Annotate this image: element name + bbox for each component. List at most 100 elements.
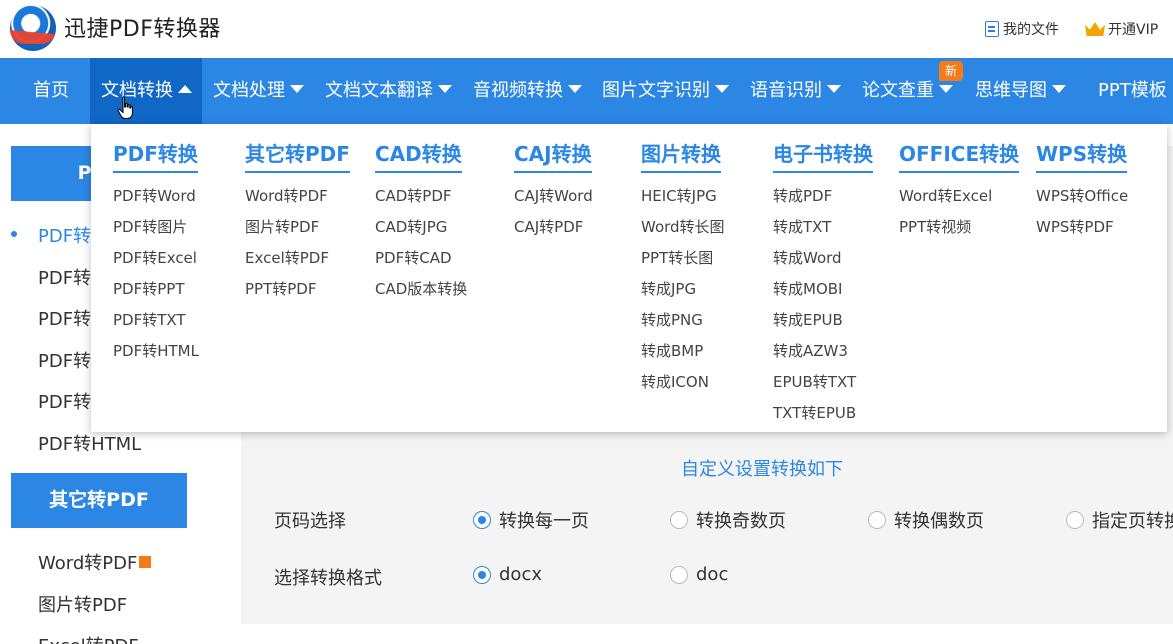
dd-link[interactable]: PPT转视频 bbox=[899, 212, 1019, 243]
dd-link[interactable]: 转成Word bbox=[773, 243, 873, 274]
my-files-link[interactable]: 我的文件 bbox=[985, 19, 1059, 39]
nav-ppt-template[interactable]: PPT模板 bbox=[1098, 58, 1167, 124]
dd-link[interactable]: PDF转CAD bbox=[375, 243, 467, 274]
radio-unchecked-icon bbox=[670, 565, 688, 584]
app-title: 迅捷PDF转换器 bbox=[64, 17, 221, 42]
dd-head[interactable]: OFFICE转换 bbox=[899, 138, 1020, 173]
settings-title: 自定义设置转换如下 bbox=[681, 459, 843, 480]
dd-link[interactable]: Excel转PDF bbox=[245, 243, 350, 274]
caret-down-icon bbox=[438, 85, 452, 93]
dd-link[interactable]: PDF转Excel bbox=[113, 243, 199, 274]
dd-head[interactable]: CAJ转换 bbox=[514, 138, 592, 173]
vip-link[interactable]: 开通VIP bbox=[1085, 19, 1158, 39]
radio-unchecked-icon bbox=[868, 511, 886, 529]
dd-head[interactable]: PDF转换 bbox=[113, 138, 198, 173]
radio-checked-icon bbox=[473, 565, 491, 584]
dd-head[interactable]: CAD转换 bbox=[375, 138, 462, 173]
hand-cursor-icon bbox=[117, 96, 133, 119]
caret-up-icon bbox=[178, 85, 192, 93]
caret-down-icon bbox=[568, 85, 582, 93]
dd-link[interactable]: 转成MOBI bbox=[773, 274, 873, 305]
dd-link[interactable]: CAD转PDF bbox=[375, 181, 467, 212]
dd-link[interactable]: TXT转EPUB bbox=[773, 398, 873, 429]
dd-link[interactable]: 转成PDF bbox=[773, 181, 873, 212]
caret-down-icon bbox=[1052, 85, 1066, 93]
doc-convert-dropdown: PDF转换 PDF转Word PDF转图片 PDF转Excel PDF转PPT … bbox=[91, 124, 1167, 432]
dd-link[interactable]: CAJ转Word bbox=[514, 181, 593, 212]
dd-link[interactable]: 转成ICON bbox=[641, 367, 725, 398]
dd-link[interactable]: CAJ转PDF bbox=[514, 212, 593, 243]
sidebar-item-image-pdf[interactable]: 图片转PDF bbox=[38, 591, 127, 617]
dd-link[interactable]: HEIC转JPG bbox=[641, 181, 725, 212]
format-select-label: 选择转换格式 bbox=[274, 568, 382, 589]
caret-down-icon bbox=[715, 85, 729, 93]
sidebar-item-excel-pdf[interactable]: Excel转PDF bbox=[38, 632, 139, 644]
hot-badge-icon bbox=[139, 556, 152, 568]
dd-link[interactable]: CAD转JPG bbox=[375, 212, 467, 243]
dd-col-office: OFFICE转换 Word转Excel PPT转视频 bbox=[899, 138, 1020, 243]
dd-col-wps: WPS转换 WPS转Office WPS转PDF bbox=[1036, 138, 1128, 243]
radio-checked-icon bbox=[473, 511, 491, 529]
nav-mindmap[interactable]: 思维导图 bbox=[975, 58, 1066, 124]
dd-link[interactable]: Word转长图 bbox=[641, 212, 725, 243]
dd-link[interactable]: WPS转Office bbox=[1036, 181, 1128, 212]
nav-speech[interactable]: 语音识别 bbox=[750, 58, 841, 124]
nav-doc-process[interactable]: 文档处理 bbox=[213, 58, 304, 124]
sidebar-item-pdf-html[interactable]: PDF转HTML bbox=[38, 430, 141, 456]
radio-specific-pages[interactable]: 指定页转换 bbox=[1066, 507, 1173, 533]
sidebar-item-pdf-2[interactable]: PDF转 bbox=[38, 264, 91, 290]
sidebar-item-pdf-5[interactable]: PDF转 bbox=[38, 388, 91, 414]
dd-col-other: 其它转PDF Word转PDF 图片转PDF Excel转PDF PPT转PDF bbox=[245, 138, 350, 305]
dd-col-ebook: 电子书转换 转成PDF 转成TXT 转成Word 转成MOBI 转成EPUB 转… bbox=[773, 138, 873, 429]
file-icon bbox=[985, 21, 999, 37]
dd-col-cad: CAD转换 CAD转PDF CAD转JPG PDF转CAD CAD版本转换 bbox=[375, 138, 467, 305]
vip-label: 开通VIP bbox=[1108, 22, 1159, 38]
dd-link[interactable]: Word转Excel bbox=[899, 181, 1019, 212]
sidebar-item-word-pdf[interactable]: Word转PDF bbox=[38, 549, 152, 575]
radio-doc[interactable]: doc bbox=[670, 564, 728, 585]
nav-av-convert[interactable]: 音视频转换 bbox=[473, 58, 582, 124]
dd-link[interactable]: 图片转PDF bbox=[245, 212, 350, 243]
app-logo-icon[interactable] bbox=[10, 5, 56, 51]
dd-head[interactable]: 其它转PDF bbox=[245, 138, 350, 173]
radio-odd-pages[interactable]: 转换奇数页 bbox=[670, 507, 786, 533]
dd-link[interactable]: PDF转PPT bbox=[113, 274, 199, 305]
dd-head[interactable]: WPS转换 bbox=[1036, 138, 1128, 173]
dd-link[interactable]: PDF转TXT bbox=[113, 305, 199, 336]
dd-link[interactable]: 转成JPG bbox=[641, 274, 725, 305]
radio-unchecked-icon bbox=[670, 511, 688, 529]
sidebar-group-other[interactable]: 其它转PDF bbox=[11, 473, 187, 528]
dd-link[interactable]: PDF转Word bbox=[113, 181, 199, 212]
dd-link[interactable]: 转成EPUB bbox=[773, 305, 873, 336]
radio-every-page[interactable]: 转换每一页 bbox=[473, 507, 589, 533]
dd-link[interactable]: PDF转图片 bbox=[113, 212, 199, 243]
dd-link[interactable]: 转成AZW3 bbox=[773, 336, 873, 367]
sidebar-item-pdf-3[interactable]: PDF转 bbox=[38, 305, 91, 331]
dd-link[interactable]: PPT转长图 bbox=[641, 243, 725, 274]
main-nav: 首页 文档转换 文档处理 文档文本翻译 音视频转换 图片文字识别 语音识别 论文… bbox=[0, 58, 1173, 124]
dd-head[interactable]: 电子书转换 bbox=[773, 138, 873, 173]
app-header: 迅捷PDF转换器 我的文件 开通VIP bbox=[0, 0, 1173, 58]
dd-link[interactable]: 转成PNG bbox=[641, 305, 725, 336]
nav-home[interactable]: 首页 bbox=[33, 58, 69, 124]
nav-doc-convert[interactable]: 文档转换 bbox=[90, 58, 202, 124]
dd-col-image: 图片转换 HEIC转JPG Word转长图 PPT转长图 转成JPG 转成PNG… bbox=[641, 138, 725, 398]
nav-doc-translate[interactable]: 文档文本翻译 bbox=[325, 58, 452, 124]
dd-link[interactable]: 转成TXT bbox=[773, 212, 873, 243]
dd-link[interactable]: PPT转PDF bbox=[245, 274, 350, 305]
radio-docx[interactable]: docx bbox=[473, 564, 542, 585]
caret-down-icon bbox=[939, 85, 953, 93]
dd-link[interactable]: 转成BMP bbox=[641, 336, 725, 367]
dd-head[interactable]: 图片转换 bbox=[641, 138, 721, 173]
dd-link[interactable]: CAD版本转换 bbox=[375, 274, 467, 305]
radio-even-pages[interactable]: 转换偶数页 bbox=[868, 507, 984, 533]
dd-link[interactable]: Word转PDF bbox=[245, 181, 350, 212]
dd-link[interactable]: PDF转HTML bbox=[113, 336, 199, 367]
page-select-label: 页码选择 bbox=[274, 511, 346, 532]
dd-col-caj: CAJ转换 CAJ转Word CAJ转PDF bbox=[514, 138, 593, 243]
sidebar-item-pdf-1[interactable]: PDF转 bbox=[38, 222, 91, 248]
dd-link[interactable]: WPS转PDF bbox=[1036, 212, 1128, 243]
nav-ocr[interactable]: 图片文字识别 bbox=[602, 58, 729, 124]
sidebar-item-pdf-4[interactable]: PDF转 bbox=[38, 347, 91, 373]
dd-link[interactable]: EPUB转TXT bbox=[773, 367, 873, 398]
